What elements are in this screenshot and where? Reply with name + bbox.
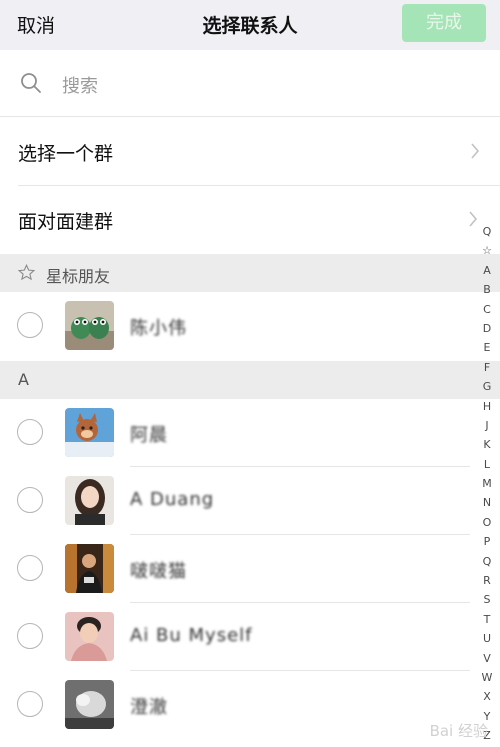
index-letter[interactable]: W [482, 668, 493, 687]
face-to-face-group-row[interactable]: 面对面建群 [0, 185, 500, 253]
index-letter[interactable]: H [483, 397, 491, 416]
section-header-starred: 星标朋友 [0, 254, 500, 292]
section-header-a: A [0, 361, 500, 399]
done-button[interactable]: 完成 [402, 4, 486, 42]
index-letter[interactable]: N [483, 493, 491, 512]
woman-portrait-avatar [65, 476, 114, 525]
contact-row[interactable]: 阿晨 [0, 399, 470, 467]
index-letter[interactable]: S [484, 590, 491, 609]
index-letter[interactable]: V [483, 649, 491, 668]
search-icon [21, 73, 41, 93]
contact-name: 澄澈 [130, 697, 168, 718]
index-letter[interactable]: A [483, 261, 491, 280]
select-group-row[interactable]: 选择一个群 [0, 117, 500, 185]
face-to-face-group-label: 面对面建群 [18, 211, 114, 233]
contact-row[interactable]: 澄澈 [0, 671, 470, 739]
index-letter[interactable]: J [485, 416, 488, 435]
select-radio[interactable] [17, 555, 43, 581]
pet-photo-avatar [65, 680, 114, 729]
alphabet-index[interactable]: Q ☆ A B C D E F G H J K L M N O P Q R S … [479, 222, 495, 746]
contact-row[interactable]: A Duang [0, 467, 470, 535]
contact-row[interactable]: 陈小伟 [0, 292, 470, 360]
index-letter[interactable]: Q [483, 222, 492, 241]
watermark: Bai 经验 [429, 722, 488, 740]
contact-name: A Duang [130, 489, 215, 510]
index-letter[interactable]: P [484, 532, 491, 551]
nav-bar: 取消 选择联系人 完成 [0, 0, 500, 50]
index-letter[interactable]: K [483, 435, 490, 454]
chevron-right-icon [469, 211, 478, 227]
index-letter[interactable]: M [482, 474, 492, 493]
index-letter[interactable]: G [483, 377, 492, 396]
star-icon [18, 264, 35, 281]
index-letter[interactable]: R [483, 571, 491, 590]
select-radio[interactable] [17, 487, 43, 513]
index-letter[interactable]: D [483, 319, 491, 338]
index-letter[interactable]: C [483, 300, 491, 319]
index-letter[interactable]: O [483, 513, 492, 532]
index-letter[interactable]: X [483, 687, 491, 706]
index-letter[interactable]: L [484, 455, 490, 474]
select-radio[interactable] [17, 623, 43, 649]
man-portrait-avatar [65, 544, 114, 593]
section-label: A [18, 370, 29, 389]
index-letter[interactable]: B [483, 280, 491, 299]
select-radio[interactable] [17, 419, 43, 445]
contact-name: 啵啵猫 [130, 561, 187, 582]
chevron-right-icon [471, 143, 480, 159]
search-bar[interactable]: 搜索 [0, 50, 500, 117]
select-radio[interactable] [17, 691, 43, 717]
contact-row[interactable]: 啵啵猫 [0, 535, 470, 603]
contact-name: 陈小伟 [130, 318, 187, 339]
index-letter[interactable]: U [483, 629, 491, 648]
select-group-label: 选择一个群 [18, 143, 114, 165]
search-input[interactable]: 搜索 [62, 72, 98, 98]
index-letter[interactable]: F [484, 358, 490, 377]
select-radio[interactable] [17, 312, 43, 338]
index-letter[interactable]: ☆ [482, 241, 492, 260]
index-letter[interactable]: T [484, 610, 491, 629]
cartoon-cat-avatar [65, 408, 114, 457]
section-label: 星标朋友 [46, 267, 111, 286]
young-man-avatar [65, 612, 114, 661]
index-letter[interactable]: Q [483, 552, 492, 571]
index-letter[interactable]: E [484, 338, 491, 357]
contact-row[interactable]: Ai Bu Myself [0, 603, 470, 671]
contact-name: Ai Bu Myself [130, 625, 253, 646]
green-frogs-avatar [65, 301, 114, 350]
contact-name: 阿晨 [130, 425, 168, 446]
